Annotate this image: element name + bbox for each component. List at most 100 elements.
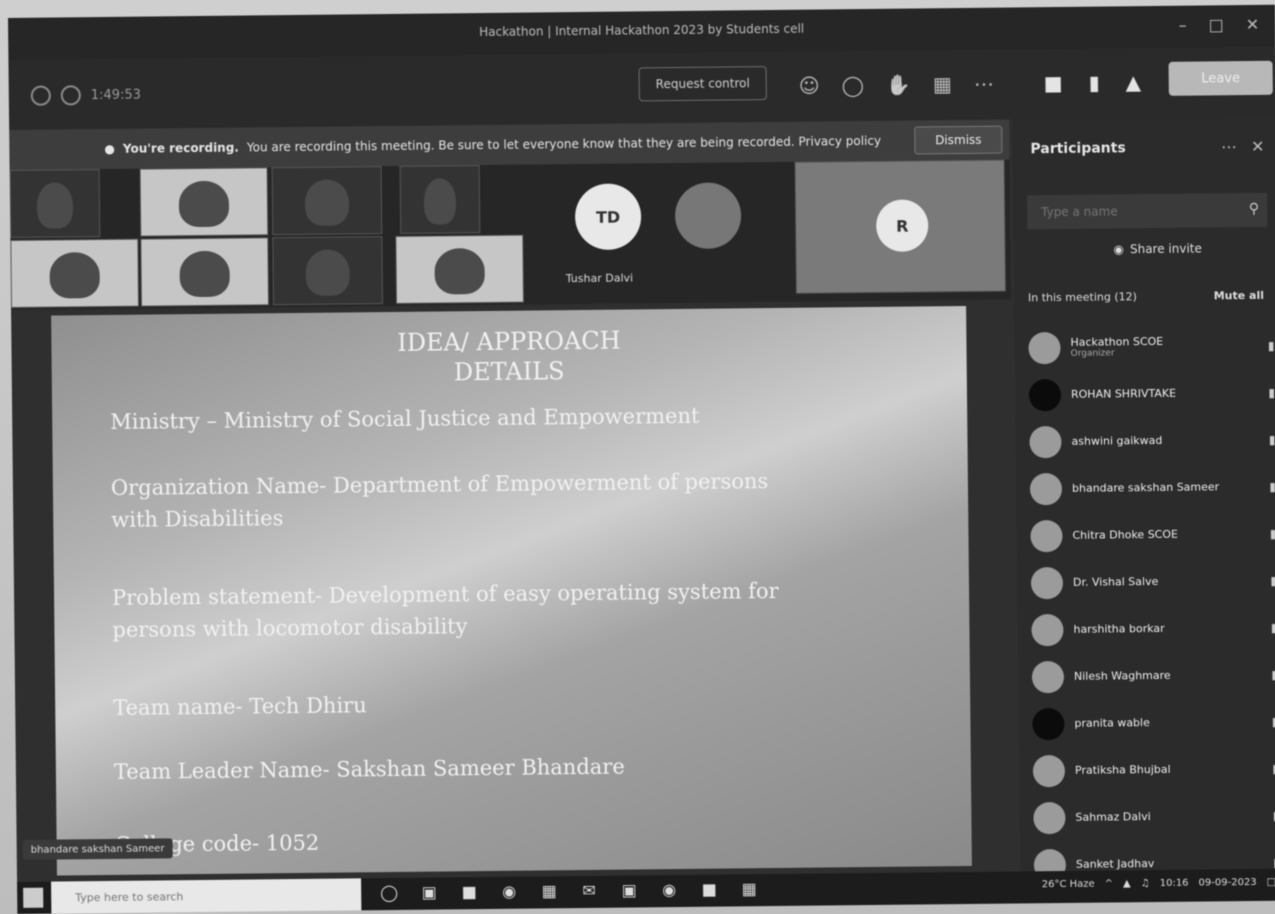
share-invite-label: Share invite [1129, 241, 1202, 257]
share-invite-button[interactable]: ◉ Share invite [1113, 242, 1202, 257]
video-tile[interactable] [395, 234, 525, 304]
slide-line: with Disabilities [111, 506, 284, 532]
folder-icon[interactable]: ■ [457, 882, 481, 901]
close-icon[interactable]: ✕ [1246, 15, 1260, 34]
participant-name: Nilesh Waghmare [1073, 668, 1171, 683]
mute-all-button[interactable]: Mute all [1214, 289, 1264, 303]
participant-name: ROHAN SHRIVTAKE [1070, 386, 1177, 401]
volume-icon[interactable]: ♫ [1141, 878, 1150, 889]
mic-off-icon: ▮ [1267, 338, 1275, 353]
slide-heading: IDEA/ APPROACH DETAILS [51, 322, 967, 392]
list-item[interactable]: harshitha borkar ▮ [1031, 604, 1275, 654]
share-icon[interactable]: ▲ [1126, 70, 1142, 94]
mic-off-icon: ▮ [1270, 620, 1275, 635]
avatar [1030, 566, 1064, 599]
video-tile[interactable]: R [794, 159, 1006, 294]
view-icon[interactable]: ▦ [933, 72, 952, 96]
task-view-icon[interactable]: ▣ [417, 883, 441, 902]
avatar [1031, 613, 1064, 646]
participant-avatar[interactable]: TD [574, 183, 642, 251]
slide-line: Team name- Tech Dhiru [113, 693, 367, 720]
avatar [1032, 707, 1065, 740]
panel-title: Participants [1030, 140, 1126, 158]
participant-name: bhandare sakshan Sameer [1071, 480, 1220, 495]
avatar [1028, 378, 1062, 411]
participant-avatar[interactable] [674, 182, 742, 250]
weather-text[interactable]: 26°C Haze [1042, 879, 1095, 891]
participant-name: Sahmaz Dalvi [1075, 810, 1151, 824]
maximize-icon[interactable]: □ [1209, 15, 1224, 34]
leave-button[interactable]: Leave [1168, 60, 1273, 96]
react-icon[interactable]: ✋ [886, 73, 911, 97]
list-item[interactable]: Sahmaz Dalvi ▮ [1033, 792, 1275, 842]
participant-name: Pratiksha Bhujbal [1074, 762, 1171, 777]
avatar [1029, 425, 1062, 458]
avatar [1032, 754, 1066, 787]
start-button[interactable] [23, 887, 44, 908]
cortana-icon[interactable]: ◯ [377, 883, 401, 902]
avatar [1028, 331, 1061, 364]
avatar [1033, 801, 1066, 834]
in-meeting-header[interactable]: In this meeting (12) [1028, 290, 1137, 304]
list-item[interactable]: pranita wable ▮ [1032, 698, 1275, 748]
avatar [1031, 660, 1065, 693]
chat-icon[interactable]: ◯ [841, 73, 864, 97]
list-item[interactable]: bhandare sakshan Sameer ▮ [1029, 463, 1275, 513]
app-icon[interactable]: ■ [697, 880, 721, 899]
slide-line: persons with locomotor disability [112, 614, 468, 642]
video-tile[interactable] [272, 236, 384, 306]
list-item[interactable]: Pratiksha Bhujbal ▮ [1032, 745, 1275, 795]
video-tile[interactable] [9, 169, 101, 238]
participant-name: Chitra Dhoke SCOE [1072, 527, 1179, 542]
close-panel-icon[interactable]: ✕ [1251, 137, 1265, 156]
meeting-toolbar: 1:49:53 Request control ☺ ◯ ✋ ▦ ⋯ ■ ▮ ▲ … [8, 46, 1275, 130]
taskbar-search-input[interactable] [51, 878, 362, 914]
mic-icon[interactable]: ▮ [1089, 71, 1100, 95]
store-icon[interactable]: ▦ [537, 881, 561, 900]
video-tile[interactable] [140, 237, 270, 307]
participant-search-input[interactable] [1026, 192, 1268, 230]
tray-chevron-icon[interactable]: ^ [1105, 878, 1114, 889]
list-item[interactable]: Nilesh Waghmare ▮ [1031, 651, 1275, 701]
list-item[interactable]: ashwini gaikwad ▮ [1029, 416, 1275, 466]
teams-icon[interactable]: ▣ [617, 880, 641, 899]
people-icon[interactable]: ☺ [799, 74, 820, 98]
avatar-name: Tushar Dalvi [565, 271, 634, 286]
clock-date[interactable]: 09-09-2023 [1198, 877, 1256, 889]
list-item[interactable]: ROHAN SHRIVTAKE ▮ [1028, 369, 1275, 419]
clock-time[interactable]: 10:16 [1160, 878, 1189, 889]
participant-avatar: R [875, 199, 929, 252]
list-item[interactable]: Hackathon SCOE Organizer ▮ [1028, 322, 1275, 372]
participant-name: Sanket Jadhav [1075, 857, 1155, 871]
network-icon[interactable]: ▲ [1123, 878, 1131, 889]
list-item[interactable]: Dr. Vishal Salve ▮ [1030, 557, 1275, 607]
app-icon[interactable]: ▦ [737, 879, 761, 898]
minimize-icon[interactable]: – [1179, 16, 1187, 35]
video-tile[interactable] [10, 238, 140, 308]
slide-line: Ministry – Ministry of Social Justice an… [110, 403, 700, 434]
participant-name: ashwini gaikwad [1071, 433, 1163, 448]
participant-role: Organizer [1070, 348, 1115, 359]
shield-icon [30, 85, 51, 106]
search-icon[interactable]: ⚲ [1249, 201, 1259, 217]
mail-icon[interactable]: ✉ [577, 881, 601, 900]
mic-off-icon: ▮ [1269, 526, 1275, 541]
meeting-timer: 1:49:53 [90, 87, 142, 103]
chrome-icon[interactable]: ◉ [657, 880, 681, 899]
person-add-icon: ◉ [1113, 242, 1125, 257]
teams-window: Hackathon | Internal Hackathon 2023 by S… [8, 4, 1275, 914]
more-icon[interactable]: ⋯ [974, 72, 994, 96]
avatar [1029, 472, 1063, 505]
camera-icon[interactable]: ■ [1044, 71, 1063, 95]
video-tile[interactable] [139, 167, 269, 237]
pop-out-icon[interactable]: ⋯ [1221, 137, 1237, 156]
notification-icon[interactable]: □ [1267, 877, 1275, 888]
dismiss-button[interactable]: Dismiss [914, 125, 1003, 155]
mic-off-icon: ▮ [1271, 667, 1275, 682]
video-tile[interactable] [271, 166, 383, 236]
participant-name: Dr. Vishal Salve [1072, 574, 1159, 589]
list-item[interactable]: Chitra Dhoke SCOE ▮ [1030, 510, 1275, 560]
video-tile[interactable] [399, 165, 481, 234]
edge-icon[interactable]: ◉ [497, 882, 521, 901]
request-control-button[interactable]: Request control [638, 66, 767, 102]
